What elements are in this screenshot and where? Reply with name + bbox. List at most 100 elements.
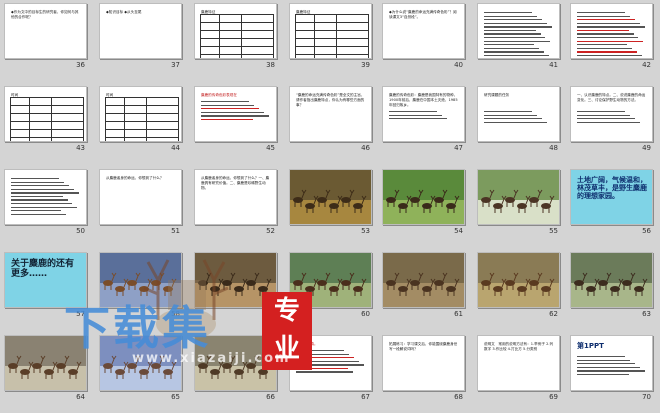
slide-thumbnail-42[interactable]: 42 (570, 3, 653, 69)
slide-preview[interactable] (570, 3, 653, 59)
slide-thumbnail-55[interactable]: 55 (477, 169, 560, 235)
slide-table (10, 97, 84, 141)
slide-text-lines (389, 111, 458, 122)
slide-thumbnail-53[interactable]: 53 (289, 169, 372, 235)
slide-number: 53 (361, 227, 370, 235)
slide-number: 69 (549, 393, 558, 401)
slide-thumbnail-65[interactable]: 65 (99, 335, 182, 401)
slide-preview[interactable] (382, 169, 465, 225)
slide-thumbnail-41[interactable]: 41 (477, 3, 560, 69)
deer-photo-image (195, 253, 276, 307)
deer-photo-image (383, 170, 464, 224)
slide-title: 一、填一填。 (296, 342, 318, 346)
slide-thumbnail-43[interactable]: 时间 43 (4, 86, 87, 152)
slide-preview[interactable]: 说明文 常用的说明方法有：1.举例子 2.列数字 3.作比较 4.打比方 5.分… (477, 335, 560, 391)
slide-thumbnail-38[interactable]: 麋鹿特征 38 (194, 3, 277, 69)
slide-thumbnail-57[interactable]: 关于麋鹿的还有更多…… 57 (4, 252, 87, 318)
slide-thumbnail-67[interactable]: 一、填一填。 67 (289, 335, 372, 401)
slide-number: 49 (642, 144, 651, 152)
slide-number: 50 (76, 227, 85, 235)
slide-table (200, 14, 274, 58)
slide-preview[interactable]: 时间 (99, 86, 182, 142)
slide-thumbnail-40[interactable]: ◆为什么说“麋鹿的命运充满传奇色彩”？阅读课文3“自然段”。 40 (382, 3, 465, 69)
slide-preview[interactable] (477, 3, 560, 59)
slide-preview[interactable] (382, 252, 465, 308)
slide-preview[interactable]: 研究课题的任务 (477, 86, 560, 142)
slide-preview[interactable] (570, 252, 653, 308)
slide-number: 55 (549, 227, 558, 235)
slide-number: 65 (171, 393, 180, 401)
slide-thumbnail-58[interactable]: 58 (99, 252, 182, 318)
slide-preview[interactable]: 时间 (4, 86, 87, 142)
slide-thumbnail-39[interactable]: 麋鹿特征 39 (289, 3, 372, 69)
slide-thumbnail-56[interactable]: 土地广阔，气候温和，林茂草丰，是野生麋鹿的理想家园。 56 (570, 169, 653, 235)
slide-thumbnail-68[interactable]: 拓展练习：学习课文后，你能围绕麋鹿身世写一段解说词吗？ 68 (382, 335, 465, 401)
slide-preview[interactable]: 麋鹿特征 (289, 3, 372, 59)
slide-number: 59 (266, 310, 275, 318)
slide-thumbnail-48[interactable]: 研究课题的任务 48 (477, 86, 560, 152)
slide-preview[interactable] (289, 169, 372, 225)
slide-thumbnail-45[interactable]: 麋鹿的传奇色彩表现在 45 (194, 86, 277, 152)
slide-thumbnail-46[interactable]: “麋鹿的命运充满传奇色彩”是全文的主旨，请作者指出麋鹿特点，你认为有哪些方面的事… (289, 86, 372, 152)
slide-preview[interactable] (194, 335, 277, 391)
slide-thumbnail-49[interactable]: 一、认识麋鹿的特点。二、说说麋鹿的命运变化。三、讨论保护野生动物的方法。 49 (570, 86, 653, 152)
slide-thumbnail-51[interactable]: 从麋鹿者身的命运，你想到了什么？ 51 (99, 169, 182, 235)
slide-body-text: ◆知识目标 ◆从头至尾 (106, 10, 142, 14)
slide-thumbnail-36[interactable]: ◆作为文中的目标生的研究者，你如何与其他的合作呢？ 36 (4, 3, 87, 69)
slide-preview[interactable] (4, 169, 87, 225)
slide-preview[interactable] (477, 252, 560, 308)
slide-preview[interactable]: ◆知识目标 ◆从头至尾 (99, 3, 182, 59)
slide-number: 52 (266, 227, 275, 235)
slide-preview[interactable]: “麋鹿的命运充满传奇色彩”是全文的主旨，请作者指出麋鹿特点，你认为有哪些方面的事… (289, 86, 372, 142)
slide-preview[interactable]: 麋鹿的传奇色彩：麋鹿是我国特有的物种，1900年前后，麋鹿在中国本土灭绝，198… (382, 86, 465, 142)
slide-number: 36 (76, 61, 85, 69)
slide-thumbnail-44[interactable]: 时间 44 (99, 86, 182, 152)
slide-preview[interactable]: 麋鹿特征 (194, 3, 277, 59)
slide-thumbnail-62[interactable]: 62 (477, 252, 560, 318)
slide-preview[interactable]: ◆为什么说“麋鹿的命运充满传奇色彩”？阅读课文3“自然段”。 (382, 3, 465, 59)
slide-thumbnail-59[interactable]: 59 (194, 252, 277, 318)
slide-thumbnail-47[interactable]: 麋鹿的传奇色彩：麋鹿是我国特有的物种，1900年前后，麋鹿在中国本土灭绝，198… (382, 86, 465, 152)
slide-thumbnail-60[interactable]: 60 (289, 252, 372, 318)
slide-preview[interactable] (99, 252, 182, 308)
slide-thumbnail-54[interactable]: 54 (382, 169, 465, 235)
slide-preview[interactable] (477, 169, 560, 225)
slide-preview[interactable]: 拓展练习：学习课文后，你能围绕麋鹿身世写一段解说词吗？ (382, 335, 465, 391)
slide-preview[interactable]: ◆作为文中的目标生的研究者，你如何与其他的合作呢？ (4, 3, 87, 59)
slide-preview[interactable]: 关于麋鹿的还有更多…… (4, 252, 87, 308)
slide-title: 土地广阔，气候温和，林茂草丰，是野生麋鹿的理想家园。 (577, 176, 647, 200)
slide-preview[interactable] (289, 252, 372, 308)
slide-preview[interactable] (194, 252, 277, 308)
slide-thumbnail-63[interactable]: 63 (570, 252, 653, 318)
slide-thumbnail-52[interactable]: 从麋鹿者身的命运，你想到了什么？一、麋鹿具有研究价值。二、麋鹿是珍稀野生动物。 5… (194, 169, 277, 235)
slide-preview[interactable]: 一、填一填。 (289, 335, 372, 391)
slide-preview[interactable] (99, 335, 182, 391)
slide-thumbnail-37[interactable]: ◆知识目标 ◆从头至尾 37 (99, 3, 182, 69)
slide-number: 46 (361, 144, 370, 152)
slide-number: 67 (361, 393, 370, 401)
slide-preview[interactable]: 一、认识麋鹿的特点。二、说说麋鹿的命运变化。三、讨论保护野生动物的方法。 (570, 86, 653, 142)
deer-photo-image (100, 253, 181, 307)
slide-table (295, 14, 369, 58)
slide-number: 70 (642, 393, 651, 401)
slide-thumbnail-70[interactable]: 第1PPT 70 (570, 335, 653, 401)
slide-preview[interactable]: 第1PPT (570, 335, 653, 391)
slide-number: 66 (266, 393, 275, 401)
slide-number: 56 (642, 227, 651, 235)
slide-preview[interactable]: 从麋鹿者身的命运，你想到了什么？一、麋鹿具有研究价值。二、麋鹿是珍稀野生动物。 (194, 169, 277, 225)
slide-preview[interactable]: 麋鹿的传奇色彩表现在 (194, 86, 277, 142)
slide-thumbnail-61[interactable]: 61 (382, 252, 465, 318)
slide-thumbnail-64[interactable]: 64 (4, 335, 87, 401)
slide-thumbnail-50[interactable]: 50 (4, 169, 87, 235)
slide-preview[interactable]: 从麋鹿者身的命运，你想到了什么？ (99, 169, 182, 225)
slide-number: 48 (549, 144, 558, 152)
slide-title: 麋鹿的传奇色彩表现在 (201, 93, 237, 97)
deer-photo-image (5, 336, 86, 390)
slide-number: 44 (171, 144, 180, 152)
slide-preview[interactable] (4, 335, 87, 391)
deer-photo-image (478, 253, 559, 307)
slide-number: 43 (76, 144, 85, 152)
slide-thumbnail-69[interactable]: 说明文 常用的说明方法有：1.举例子 2.列数字 3.作比较 4.打比方 5.分… (477, 335, 560, 401)
slide-preview[interactable]: 土地广阔，气候温和，林茂草丰，是野生麋鹿的理想家园。 (570, 169, 653, 225)
slide-thumbnail-66[interactable]: 66 (194, 335, 277, 401)
